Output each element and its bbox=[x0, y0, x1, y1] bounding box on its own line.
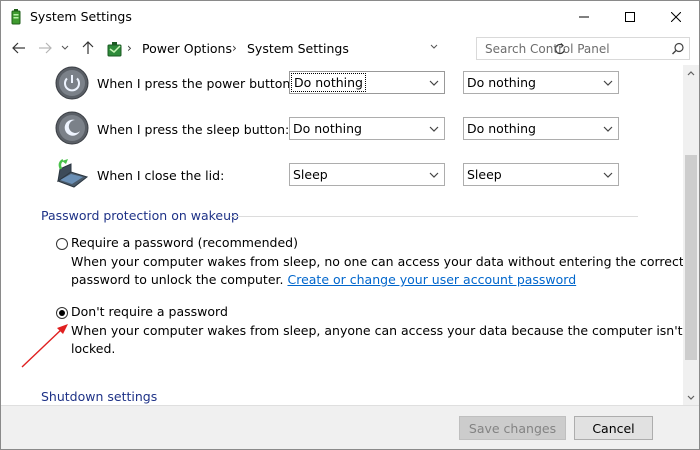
control-panel-icon bbox=[106, 40, 124, 58]
breadcrumb-system-settings[interactable]: System Settings bbox=[247, 41, 349, 56]
chevron-down-icon bbox=[603, 126, 613, 132]
system-settings-window: System Settings › Power Options › System… bbox=[0, 0, 700, 450]
maximize-icon bbox=[625, 11, 635, 22]
minimize-button[interactable] bbox=[561, 1, 607, 32]
up-button[interactable] bbox=[80, 40, 96, 56]
dont-require-password-label[interactable]: Don't require a password bbox=[71, 304, 228, 319]
dont-require-password-description: When your computer wakes from sleep, any… bbox=[71, 323, 683, 356]
title-bar: System Settings bbox=[1, 1, 699, 32]
power-button-on-battery-select[interactable]: Do nothing bbox=[289, 71, 445, 94]
power-button-icon bbox=[54, 65, 90, 101]
breadcrumb-separator-icon[interactable]: › bbox=[232, 41, 237, 55]
back-button[interactable] bbox=[11, 40, 27, 56]
maximize-button[interactable] bbox=[607, 1, 653, 32]
chevron-down-icon bbox=[603, 172, 613, 178]
cancel-button[interactable]: Cancel bbox=[574, 416, 653, 440]
chevron-up-icon bbox=[687, 70, 695, 75]
close-button[interactable] bbox=[653, 1, 699, 32]
search-icon[interactable] bbox=[670, 41, 686, 57]
breadcrumb-power-options[interactable]: Power Options bbox=[142, 41, 232, 56]
vertical-scrollbar[interactable] bbox=[683, 65, 699, 405]
sleep-button-on-battery-select[interactable]: Do nothing bbox=[289, 117, 445, 140]
navigation-bar: › Power Options › System Settings bbox=[1, 32, 699, 65]
dont-require-password-radio[interactable] bbox=[56, 307, 68, 319]
chevron-down-icon bbox=[429, 80, 439, 86]
save-changes-button[interactable]: Save changes bbox=[459, 416, 566, 440]
back-arrow-icon bbox=[12, 42, 25, 54]
sleep-button-plugged-in-select[interactable]: Do nothing bbox=[463, 117, 619, 140]
section-divider bbox=[230, 216, 638, 217]
breadcrumb-separator-icon[interactable]: › bbox=[127, 41, 132, 55]
laptop-lid-icon bbox=[54, 155, 90, 191]
breadcrumb[interactable]: › Power Options › System Settings bbox=[102, 37, 566, 59]
forward-arrow-icon bbox=[39, 42, 52, 54]
recent-locations-button[interactable] bbox=[59, 40, 71, 56]
address-history-chevron-icon[interactable] bbox=[430, 42, 438, 53]
chevron-down-icon bbox=[429, 126, 439, 132]
require-password-label[interactable]: Require a password (recommended) bbox=[71, 235, 298, 250]
settings-content: When I press the power button: Do nothin… bbox=[1, 65, 683, 405]
forward-button[interactable] bbox=[37, 40, 53, 56]
dialog-footer: Save changes Cancel bbox=[1, 405, 699, 449]
shutdown-section-heading: Shutdown settings bbox=[41, 389, 158, 404]
search-box[interactable] bbox=[476, 37, 690, 60]
annotation-arrow-icon bbox=[21, 324, 68, 368]
change-password-link[interactable]: Create or change your user account passw… bbox=[287, 272, 576, 287]
scroll-up-button[interactable] bbox=[683, 65, 699, 81]
chevron-down-icon bbox=[687, 395, 695, 400]
password-section-heading: Password protection on wakeup bbox=[41, 208, 239, 223]
require-password-radio[interactable] bbox=[56, 238, 68, 250]
power-options-app-icon bbox=[9, 8, 23, 25]
scroll-down-button[interactable] bbox=[683, 389, 699, 405]
chevron-down-icon bbox=[61, 45, 69, 50]
search-input[interactable] bbox=[485, 40, 665, 57]
close-lid-plugged-in-select[interactable]: Sleep bbox=[463, 163, 619, 186]
close-icon bbox=[671, 11, 681, 22]
sleep-button-label: When I press the sleep button: bbox=[97, 122, 290, 137]
window-title: System Settings bbox=[30, 9, 132, 24]
scroll-thumb[interactable] bbox=[685, 155, 697, 360]
minimize-icon bbox=[579, 16, 589, 17]
chevron-down-icon bbox=[603, 80, 613, 86]
power-button-label: When I press the power button: bbox=[97, 76, 295, 91]
power-button-plugged-in-select[interactable]: Do nothing bbox=[463, 71, 619, 94]
chevron-down-icon bbox=[429, 172, 439, 178]
close-lid-on-battery-select[interactable]: Sleep bbox=[289, 163, 445, 186]
sleep-button-icon bbox=[54, 110, 90, 146]
close-lid-label: When I close the lid: bbox=[97, 168, 225, 183]
up-arrow-icon bbox=[82, 41, 94, 54]
require-password-description: When your computer wakes from sleep, no … bbox=[71, 254, 683, 287]
